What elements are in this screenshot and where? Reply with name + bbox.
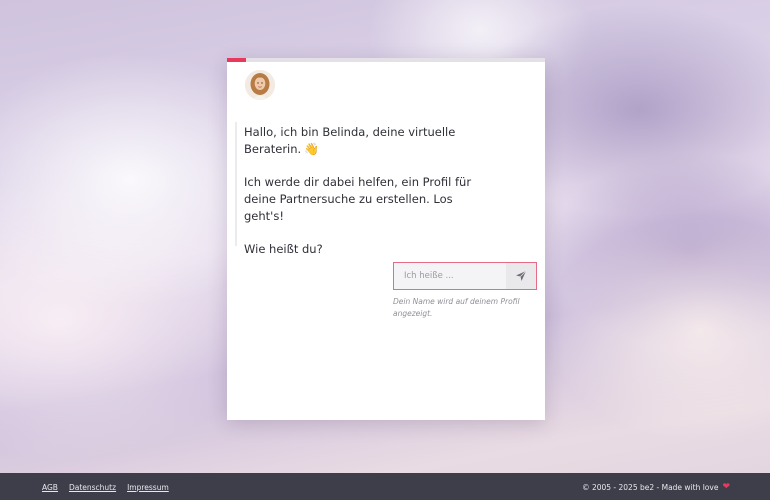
avatar-image — [245, 70, 275, 100]
name-input[interactable] — [394, 263, 506, 289]
footer: AGB Datenschutz Impressum © 2005 - 2025 … — [0, 473, 770, 500]
progress-bar — [227, 58, 545, 62]
footer-link-impressum[interactable]: Impressum — [127, 483, 169, 492]
footer-links: AGB Datenschutz Impressum — [42, 483, 169, 492]
copyright: © 2005 - 2025 be2 - Made with love ❤ — [582, 482, 730, 492]
message-intro: Ich werde dir dabei helfen, ein Profil f… — [244, 175, 472, 223]
avatar — [245, 70, 275, 100]
message-question: Wie heißt du? — [244, 242, 323, 256]
send-button[interactable] — [506, 263, 536, 289]
waving-hand-icon: 👋 — [304, 142, 320, 156]
message-greeting-text: Hallo, ich bin Belinda, deine virtuelle … — [244, 125, 456, 156]
footer-link-datenschutz[interactable]: Datenschutz — [69, 483, 116, 492]
paper-plane-icon — [516, 270, 527, 281]
copyright-text: © 2005 - 2025 be2 - Made with love — [582, 482, 719, 492]
footer-link-agb[interactable]: AGB — [42, 483, 58, 492]
progress-fill — [227, 58, 247, 62]
message-greeting: Hallo, ich bin Belinda, deine virtuelle … — [244, 124, 484, 158]
name-input-group — [393, 262, 537, 290]
page-background: Hallo, ich bin Belinda, deine virtuelle … — [0, 0, 770, 500]
assistant-messages: Hallo, ich bin Belinda, deine virtuelle … — [244, 124, 484, 274]
chat-thread-line — [235, 122, 237, 246]
chat-card: Hallo, ich bin Belinda, deine virtuelle … — [227, 58, 545, 420]
name-hint: Dein Name wird auf deinem Profil angezei… — [393, 297, 520, 318]
heart-icon: ❤ — [722, 482, 730, 492]
